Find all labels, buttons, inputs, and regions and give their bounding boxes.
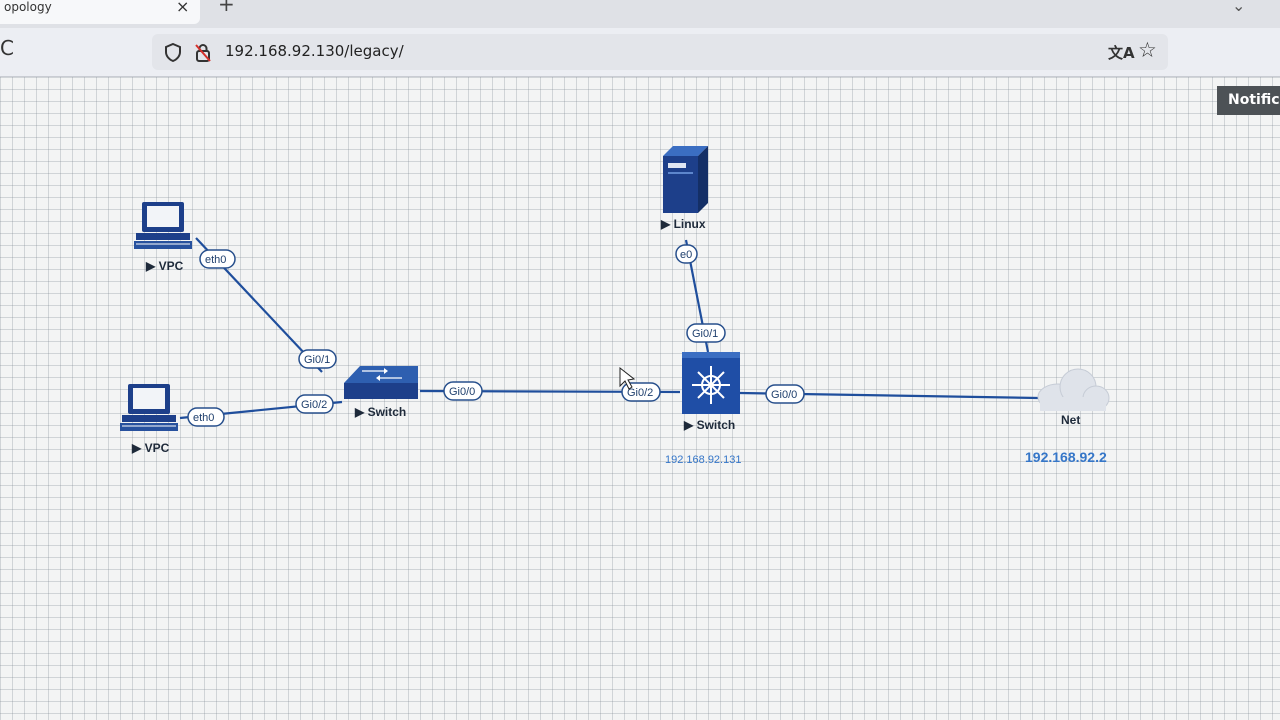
interface-label-sw2-gi00[interactable]: Gi0/0 — [765, 384, 805, 404]
node-label: ▶ VPC — [131, 441, 170, 455]
switch-icon — [344, 366, 418, 399]
vpc-node-1[interactable]: ▶ VPC — [134, 202, 192, 273]
interface-text: Gi0/1 — [692, 328, 718, 340]
node-label: ▶ Linux — [660, 217, 706, 231]
interface-text: e0 — [680, 249, 692, 261]
layer3-switch-icon — [682, 352, 740, 414]
interface-text: eth0 — [193, 412, 214, 424]
vpc-computer-icon — [134, 202, 192, 249]
interface-label-vpc1-eth0[interactable]: eth0 — [199, 249, 236, 269]
cloud-icon — [1037, 368, 1110, 411]
vpc-computer-icon — [120, 384, 178, 431]
node-label: ▶ Switch — [354, 405, 406, 419]
interface-text: eth0 — [205, 254, 226, 266]
switch-node-1[interactable]: ▶ Switch — [344, 366, 418, 419]
interface-text: Gi0/2 — [627, 387, 653, 399]
node-ip-address: 192.168.92.2 — [1025, 449, 1107, 465]
topology-diagram: ▶ VPC ▶ VPC ▶ Switch ▶ Switch 192.168.92… — [120, 146, 1110, 466]
interface-label-linux-e0[interactable]: e0 — [675, 244, 698, 264]
interface-label-sw1-gi01[interactable]: Gi0/1 — [298, 349, 337, 369]
interface-label-sw2-gi01[interactable]: Gi0/1 — [686, 323, 726, 343]
server-icon — [663, 146, 708, 213]
vpc-node-2[interactable]: ▶ VPC — [120, 384, 178, 455]
switch-node-2[interactable]: ▶ Switch 192.168.92.131 — [665, 352, 741, 466]
linux-node[interactable]: ▶ Linux — [660, 146, 708, 231]
node-label: ▶ Switch — [683, 418, 735, 432]
net-cloud-node[interactable]: Net 192.168.92.2 — [1025, 368, 1110, 465]
node-label: ▶ VPC — [145, 259, 184, 273]
interface-text: Gi0/0 — [771, 389, 797, 401]
interface-label-sw1-gi00[interactable]: Gi0/0 — [443, 381, 483, 401]
interface-label-sw1-gi02[interactable]: Gi0/2 — [295, 394, 334, 414]
interface-label-vpc2-eth0[interactable]: eth0 — [187, 407, 225, 427]
interface-text: Gi0/0 — [449, 386, 475, 398]
mouse-cursor-icon — [619, 366, 636, 390]
node-ip-address: 192.168.92.131 — [665, 454, 741, 466]
interface-text: Gi0/2 — [301, 399, 327, 411]
node-label: Net — [1061, 413, 1080, 427]
interface-text: Gi0/1 — [304, 354, 330, 366]
